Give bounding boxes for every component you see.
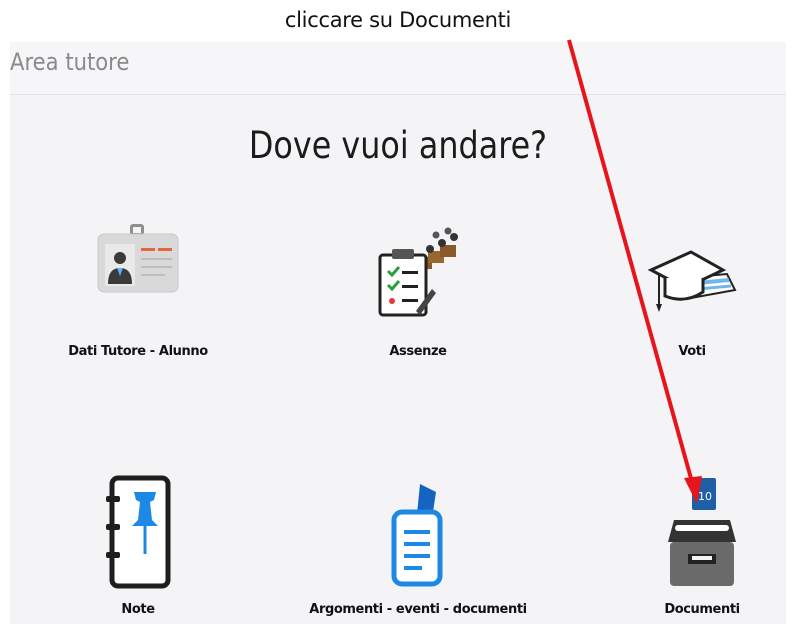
tile-note[interactable]: Note (28, 472, 248, 624)
tile-label: Assenze (389, 344, 447, 359)
id-card-icon (96, 222, 180, 299)
panel-header: Area tutore (10, 42, 786, 95)
tile-label: Dati Tutore - Alunno (68, 344, 208, 359)
svg-text:10: 10 (698, 490, 712, 503)
tile-label: Argomenti - eventi - documenti (309, 602, 527, 617)
panel-title: Area tutore (10, 48, 130, 76)
annotation-text: cliccare su Documenti (284, 8, 512, 32)
tile-assenze[interactable]: Assenze (308, 212, 528, 372)
notebook-pin-icon (102, 474, 174, 595)
tile-label: Documenti (664, 602, 740, 617)
tile-argomenti-eventi-documenti[interactable]: Argomenti - eventi - documenti (308, 472, 528, 624)
tile-label: Voti (678, 344, 706, 359)
page-question: Dove vuoi andare? (248, 124, 548, 167)
tile-dati-tutore-alunno[interactable]: Dati Tutore - Alunno (28, 212, 248, 372)
tile-label: Note (121, 602, 155, 617)
documents-bookmark-icon (386, 480, 450, 595)
graduation-cap-icon (647, 238, 737, 323)
tile-voti[interactable]: Voti (582, 212, 796, 372)
tile-documenti[interactable]: 10 Documenti (592, 472, 796, 624)
tutor-area-panel: Area tutore Dove vuoi andare? Dati Tutor… (10, 42, 786, 624)
document-tray-icon: 10 (666, 476, 738, 593)
attendance-clipboard-icon (370, 227, 466, 324)
